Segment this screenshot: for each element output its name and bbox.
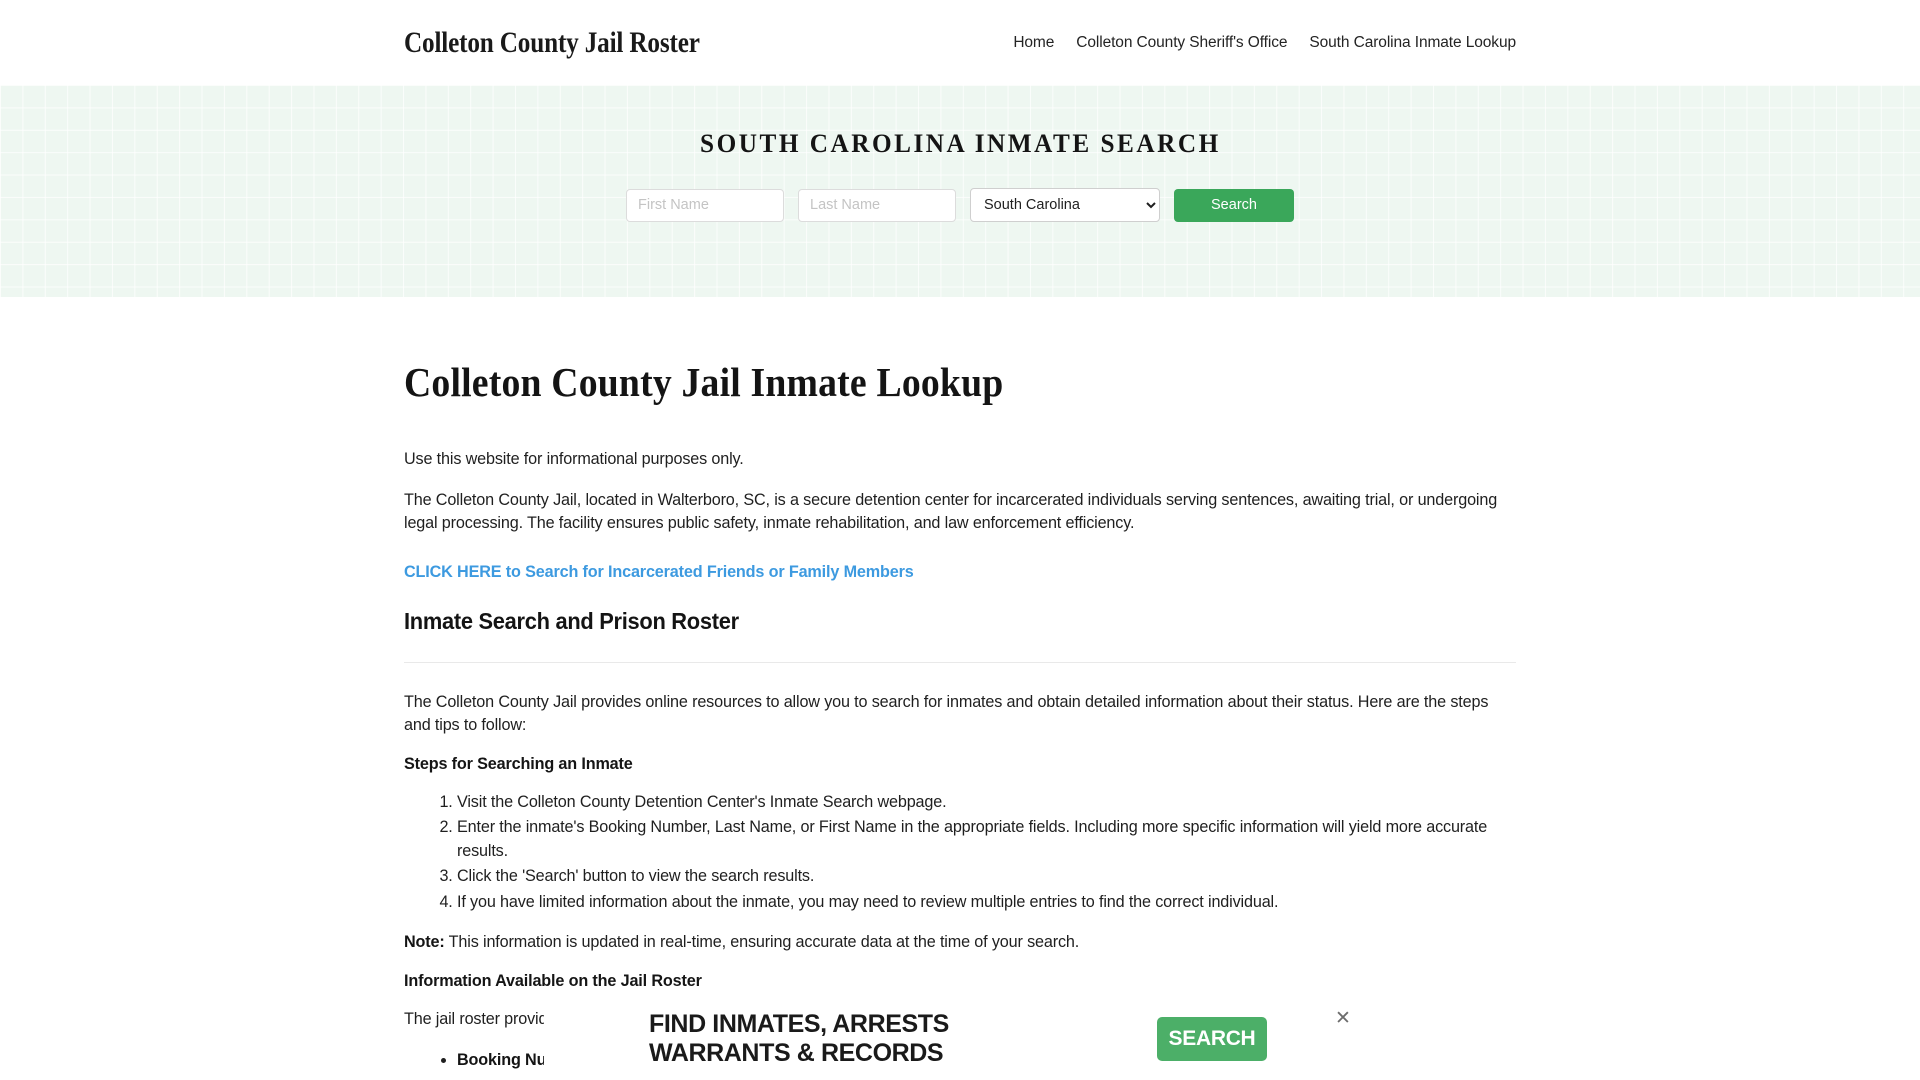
ad-headline: FIND INMATES, ARRESTS WARRANTS & RECORDS [649, 1010, 949, 1067]
intro-paragraph: The Colleton County Jail, located in Wal… [404, 490, 1498, 533]
list-item: Visit the Colleton County Detention Cent… [457, 791, 1516, 815]
site-brand[interactable]: Colleton County Jail Roster [404, 26, 700, 60]
bottom-ad-overlay: FIND INMATES, ARRESTS WARRANTS & RECORDS… [544, 998, 1376, 1080]
main-navigation: Home Colleton County Sheriff's Office So… [1013, 34, 1516, 52]
note-paragraph: Note: This information is updated in rea… [404, 931, 1516, 955]
list-item: Click the 'Search' button to view the se… [457, 865, 1516, 889]
page-title: Colleton County Jail Inmate Lookup [404, 359, 1004, 405]
section-title-inmate-search: Inmate Search and Prison Roster [404, 607, 739, 634]
ad-search-button[interactable]: SEARCH [1157, 1017, 1267, 1061]
section-divider [404, 661, 1516, 663]
incarcerated-search-link[interactable]: CLICK HERE to Search for Incarcerated Fr… [404, 563, 914, 582]
steps-heading: Steps for Searching an Inmate [404, 754, 633, 773]
first-name-input[interactable] [626, 188, 784, 222]
disclaimer-text: Use this website for informational purpo… [404, 450, 744, 468]
list-item: If you have limited information about th… [457, 891, 1516, 915]
inmate-search-form: South Carolina Search [626, 188, 1294, 222]
note-text: This information is updated in real-time… [444, 933, 1080, 951]
search-steps-list: Visit the Colleton County Detention Cent… [404, 791, 1516, 915]
main-content: Colleton County Jail Inmate Lookup Use t… [404, 297, 1516, 1080]
close-icon[interactable]: ✕ [1332, 1007, 1354, 1029]
hero-title: South Carolina Inmate Search [699, 129, 1221, 158]
state-select[interactable]: South Carolina [970, 188, 1160, 222]
note-label: Note: [404, 933, 445, 951]
hero-search-section: South Carolina Inmate Search South Carol… [0, 85, 1920, 297]
roster-info-heading: Information Available on the Jail Roster [404, 971, 702, 990]
site-header: Colleton County Jail Roster Home Colleto… [0, 0, 1920, 85]
section-intro-paragraph: The Colleton County Jail provides online… [404, 692, 1489, 735]
nav-item-sc-inmate-lookup[interactable]: South Carolina Inmate Lookup [1309, 34, 1516, 52]
nav-item-home[interactable]: Home [1013, 34, 1054, 52]
last-name-input[interactable] [798, 188, 956, 222]
search-button[interactable]: Search [1174, 188, 1294, 222]
list-item: Enter the inmate's Booking Number, Last … [457, 816, 1516, 863]
nav-item-sheriffs-office[interactable]: Colleton County Sheriff's Office [1076, 34, 1287, 52]
